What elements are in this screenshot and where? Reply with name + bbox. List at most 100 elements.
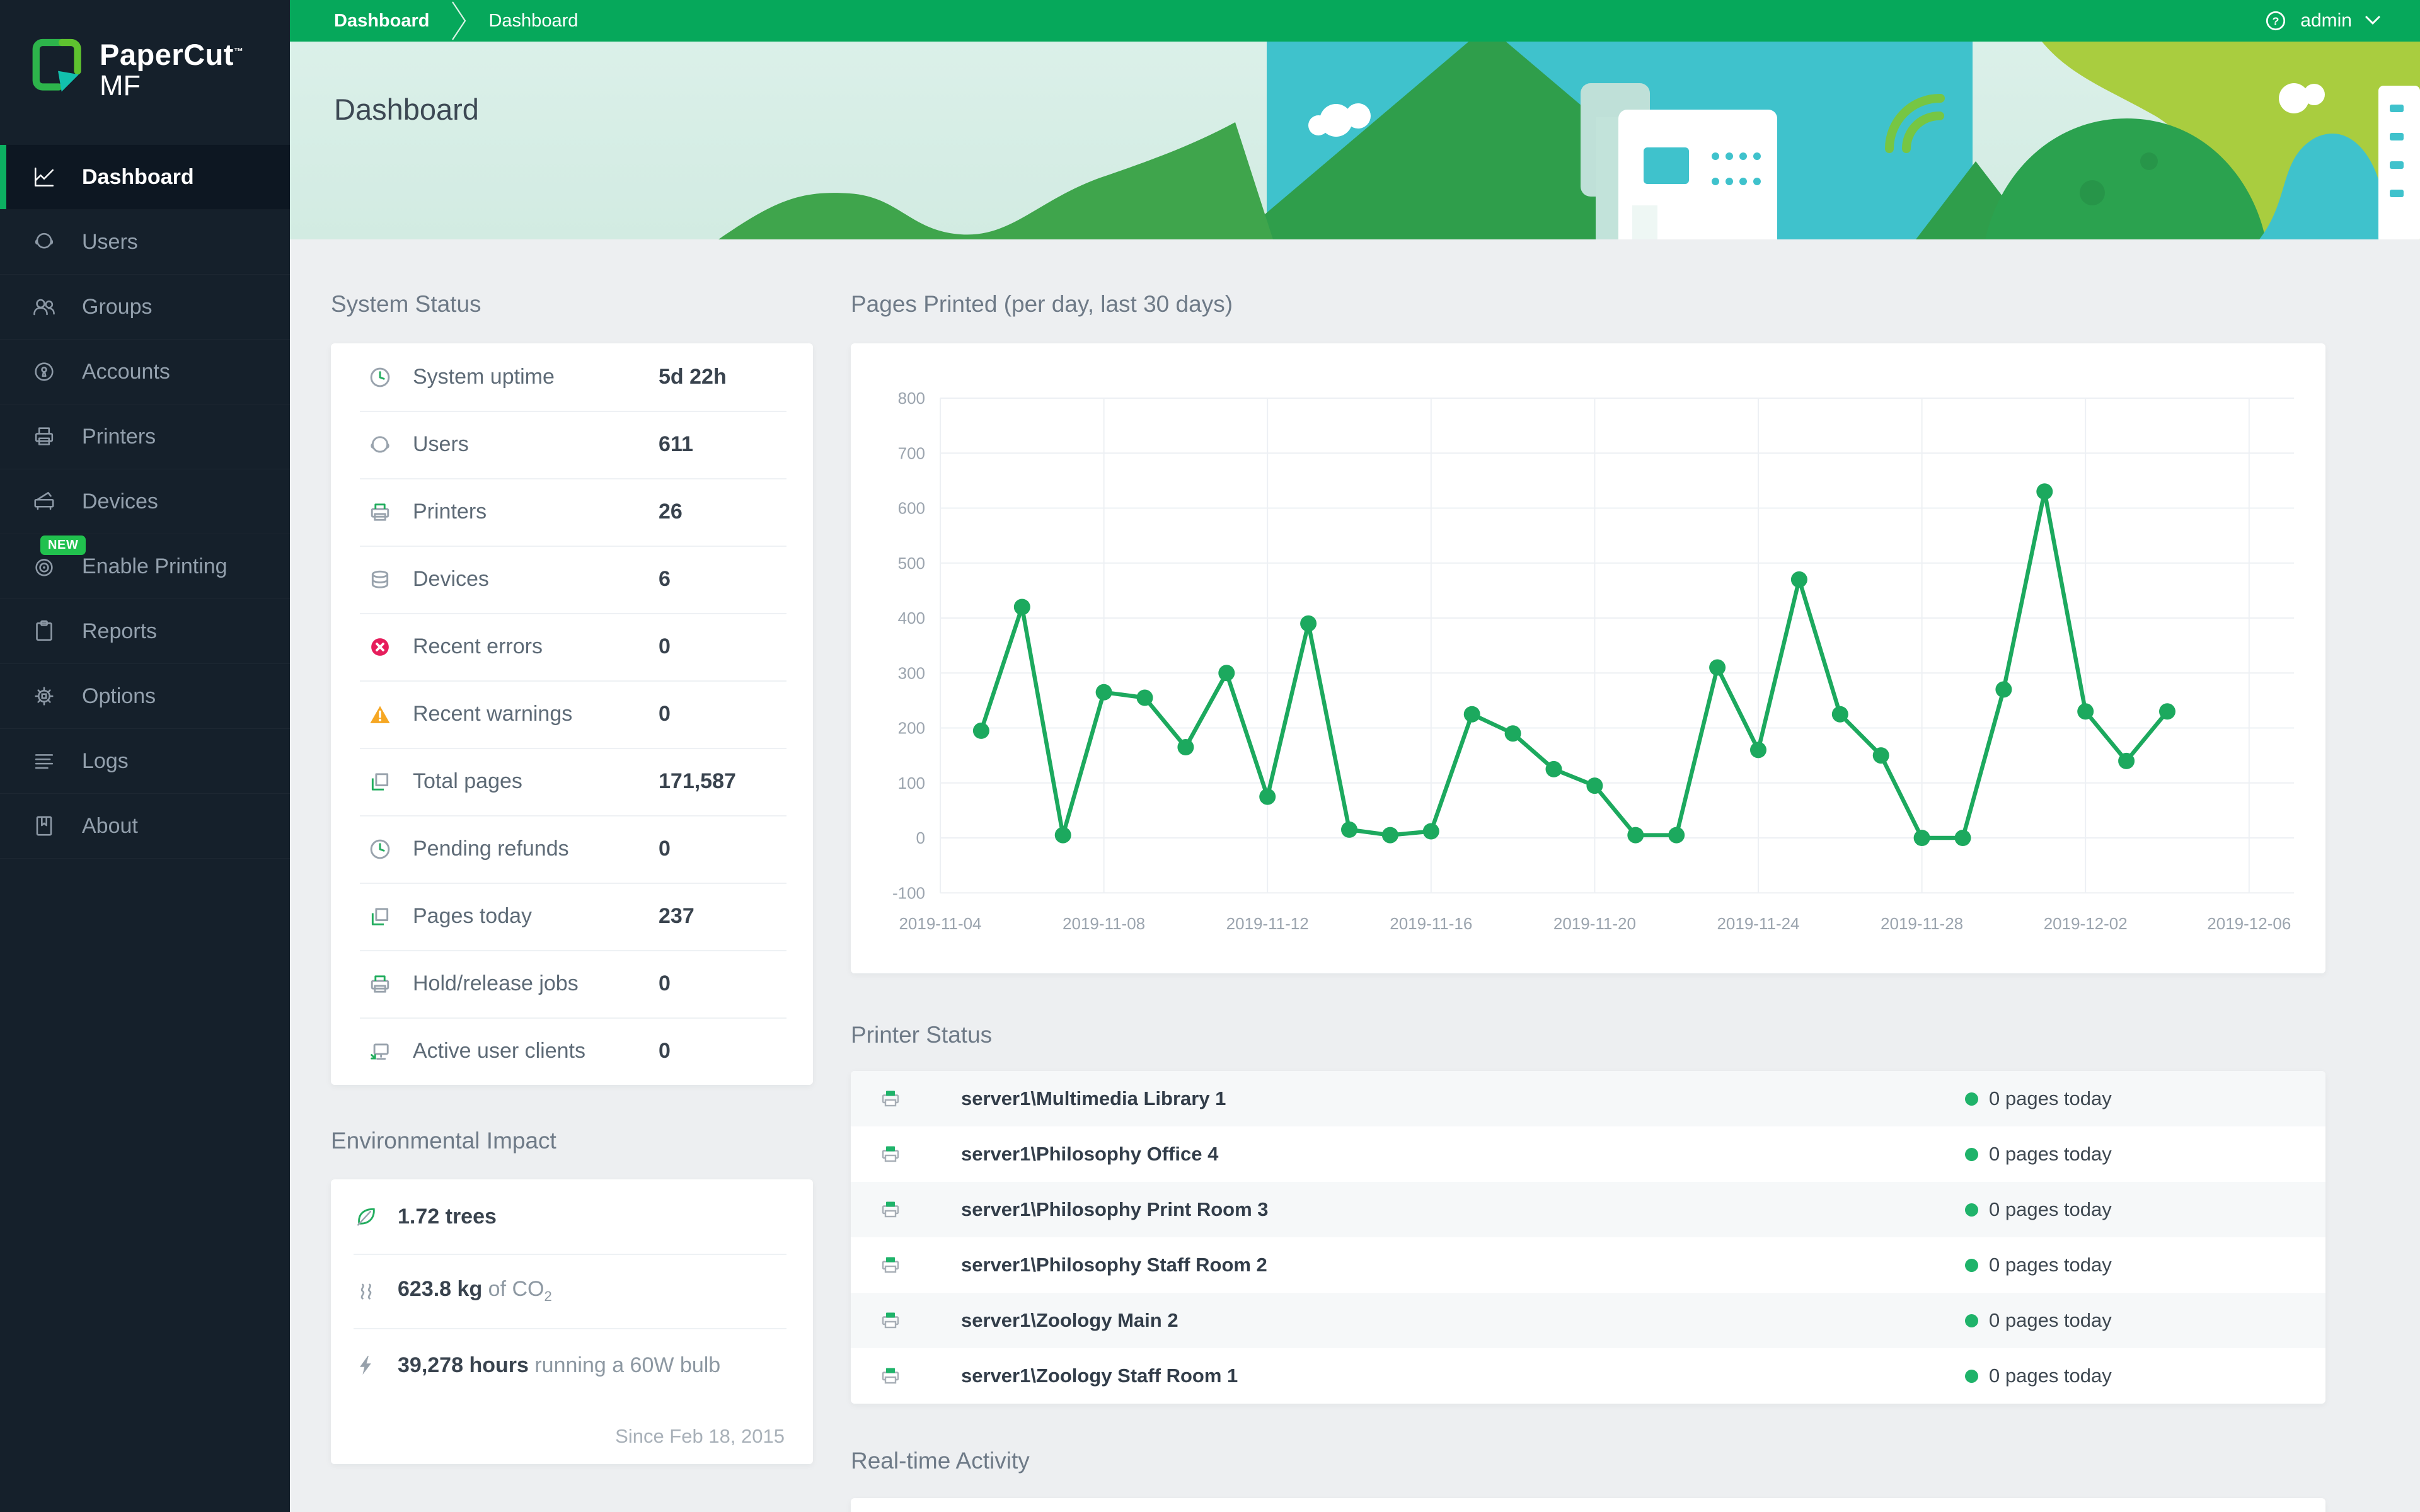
- help-icon[interactable]: ?: [2264, 9, 2288, 33]
- env-caption: running a 60W bulb: [528, 1353, 721, 1377]
- sidebar-item-reports[interactable]: Reports: [0, 599, 290, 664]
- status-row-refunds: Pending refunds 0: [331, 815, 813, 883]
- realtime-activity-heading: Real-time Activity: [851, 1448, 1030, 1474]
- sidebar-item-groups[interactable]: Groups: [0, 275, 290, 340]
- sidebar-item-label: Reports: [82, 619, 158, 643]
- printer-icon: [879, 1087, 902, 1110]
- papercut-logo[interactable]: PaperCut™ MF: [0, 0, 290, 145]
- env-caption: of CO: [482, 1277, 544, 1302]
- status-label: Pages today: [413, 904, 533, 928]
- reports-icon: [30, 617, 58, 645]
- logs-icon: [30, 747, 58, 775]
- svg-text:200: 200: [898, 719, 925, 738]
- env-value: 39,278 hours: [398, 1353, 529, 1377]
- status-dot: [1965, 1369, 1978, 1383]
- printer-row[interactable]: server1\Zoology Main 2 0 pages today: [851, 1293, 2325, 1348]
- sidebar-item-dashboard[interactable]: Dashboard: [0, 145, 290, 210]
- status-value: 0: [659, 634, 671, 658]
- leaf-icon: [354, 1204, 379, 1229]
- sidebar-item-about[interactable]: About: [0, 794, 290, 859]
- status-row-user-clients: Active user clients 0: [331, 1017, 813, 1085]
- svg-text:2019-11-28: 2019-11-28: [1881, 914, 1963, 933]
- sidebar-item-label: Logs: [82, 748, 129, 773]
- pages-icon: [367, 769, 393, 794]
- pages-printed-chart-card: -100 0 100 200 300 400 500 600 700 800 2019-11-04 2…: [851, 343, 2325, 973]
- sidebar-item-users[interactable]: Users: [0, 210, 290, 275]
- breadcrumb-item[interactable]: Dashboard: [488, 11, 578, 32]
- printer-pages-today: 0 pages today: [1989, 1198, 2112, 1220]
- status-value: 237: [659, 904, 694, 928]
- env-row-energy: 39,278 hours running a 60W bulb: [331, 1328, 813, 1402]
- svg-text:500: 500: [898, 554, 925, 573]
- app-edition: MF: [100, 69, 141, 102]
- printer-row[interactable]: server1\Zoology Staff Room 1 0 pages tod…: [851, 1348, 2325, 1404]
- enable-printing-icon: [30, 553, 58, 580]
- sidebar-item-label: Dashboard: [82, 164, 194, 189]
- printer-pages-today: 0 pages today: [1989, 1143, 2112, 1165]
- pages-printed-heading: Pages Printed (per day, last 30 days): [851, 291, 1233, 317]
- sidebar-item-label: Enable Printing: [82, 554, 228, 578]
- sidebar-item-label: Options: [82, 684, 156, 708]
- sidebar-item-printers[interactable]: Printers: [0, 404, 290, 469]
- printer-name[interactable]: server1\Philosophy Print Room 3: [961, 1198, 1269, 1221]
- env-value: 623.8 kg: [398, 1277, 483, 1302]
- printer-icon: [879, 1198, 902, 1221]
- sidebar-item-accounts[interactable]: Accounts: [0, 340, 290, 404]
- printer-icon: [879, 1143, 902, 1166]
- printer-pages-today: 0 pages today: [1989, 1087, 2112, 1109]
- svg-text:2019-11-24: 2019-11-24: [1717, 914, 1799, 933]
- breadcrumb-chevron-icon: [451, 0, 467, 42]
- new-badge: NEW: [40, 536, 86, 555]
- printers-icon: [30, 423, 58, 450]
- svg-text:400: 400: [898, 609, 925, 627]
- realtime-activity-card: [851, 1498, 2325, 1512]
- sidebar-item-label: Groups: [82, 294, 153, 319]
- devices-stack-icon: [367, 567, 393, 592]
- printer-name[interactable]: server1\Zoology Main 2: [961, 1309, 1178, 1332]
- sidebar-item-options[interactable]: Options: [0, 664, 290, 729]
- svg-text:100: 100: [898, 774, 925, 793]
- environmental-impact-card: 1.72 trees 623.8 kg of CO2 39,278 hours …: [331, 1179, 813, 1464]
- printer-icon: [879, 1309, 902, 1332]
- svg-text:2019-11-16: 2019-11-16: [1390, 914, 1472, 933]
- pages-printed-line-chart: -100 0 100 200 300 400 500 600 700 800 2019-11-04 2…: [892, 389, 2294, 933]
- users-icon: [30, 228, 58, 256]
- env-caption-sub: 2: [544, 1288, 552, 1304]
- status-value: 6: [659, 567, 671, 591]
- status-label: System uptime: [413, 365, 555, 389]
- sidebar-menu: Dashboard Users Groups Accounts Printers…: [0, 145, 290, 859]
- svg-text:600: 600: [898, 499, 925, 518]
- printer-name[interactable]: server1\Philosophy Staff Room 2: [961, 1254, 1267, 1276]
- breadcrumb-item[interactable]: Dashboard: [334, 11, 429, 32]
- papercut-logo-icon: [32, 38, 81, 92]
- printer-name[interactable]: server1\Zoology Staff Room 1: [961, 1365, 1238, 1387]
- status-dot: [1965, 1092, 1978, 1106]
- printer-row[interactable]: server1\Philosophy Office 4 0 pages toda…: [851, 1126, 2325, 1182]
- status-label: Pending refunds: [413, 837, 569, 861]
- printer-status-card: server1\Multimedia Library 1 0 pages tod…: [851, 1071, 2325, 1404]
- system-status-card: System uptime 5d 22h Users 611 Printers …: [331, 343, 813, 1085]
- papercut-admin-dashboard: PaperCut™ MF Dashboard Users Groups Acco…: [0, 0, 2420, 1512]
- breadcrumb: Dashboard Dashboard: [334, 0, 578, 42]
- sidebar-item-logs[interactable]: Logs: [0, 729, 290, 794]
- user-menu[interactable]: ? admin: [2264, 9, 2381, 33]
- printer-name[interactable]: server1\Multimedia Library 1: [961, 1087, 1226, 1110]
- printer-name[interactable]: server1\Philosophy Office 4: [961, 1143, 1218, 1166]
- status-value: 26: [659, 500, 683, 524]
- chevron-down-icon: [2365, 15, 2381, 26]
- printer-row[interactable]: server1\Multimedia Library 1 0 pages tod…: [851, 1071, 2325, 1126]
- printer-row[interactable]: server1\Philosophy Print Room 3 0 pages …: [851, 1182, 2325, 1237]
- sidebar-item-label: Printers: [82, 424, 156, 449]
- status-row-uptime: System uptime 5d 22h: [331, 343, 813, 411]
- status-label: Recent warnings: [413, 702, 573, 726]
- status-label: Active user clients: [413, 1039, 585, 1063]
- username: admin: [2300, 10, 2352, 31]
- accounts-icon: [30, 358, 58, 386]
- co2-steam-icon: [354, 1278, 379, 1303]
- sidebar-item-devices[interactable]: Devices: [0, 469, 290, 534]
- sidebar-item-enable-printing[interactable]: NEW Enable Printing: [0, 534, 290, 599]
- printer-row[interactable]: server1\Philosophy Staff Room 2 0 pages …: [851, 1237, 2325, 1293]
- logo-text: PaperCut™ MF: [100, 34, 243, 145]
- sidebar-item-label: Accounts: [82, 359, 170, 384]
- topbar: Dashboard Dashboard ? admin: [290, 0, 2420, 42]
